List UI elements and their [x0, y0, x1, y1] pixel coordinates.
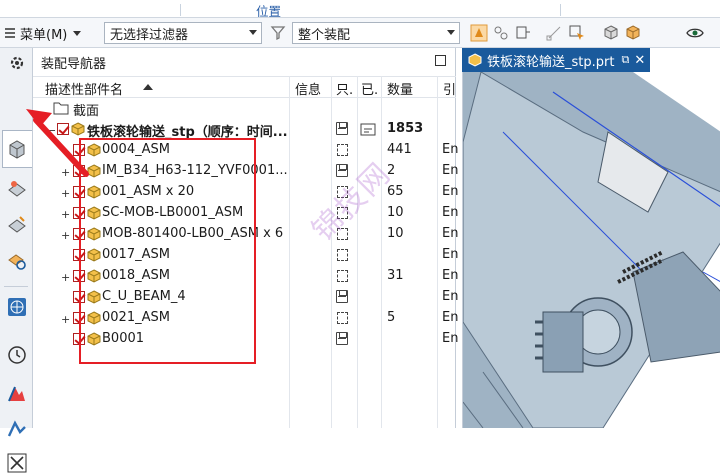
reuse-library-icon[interactable] [6, 250, 28, 272]
menu-button[interactable]: 菜单(M) [4, 23, 82, 43]
snap-point-icon[interactable] [514, 24, 532, 42]
component-ref: En [442, 226, 459, 241]
expand-icon[interactable]: + [61, 229, 70, 242]
component-ref: En [442, 184, 459, 199]
column-info-header[interactable]: 信息 [295, 79, 321, 98]
eye-icon[interactable] [686, 24, 704, 42]
pin-icon[interactable]: ⧉ [621, 53, 629, 67]
highlight-box [79, 138, 256, 364]
assembly-icon [468, 53, 482, 67]
web-browser-icon[interactable] [6, 296, 28, 318]
hamburger-icon [5, 28, 15, 38]
readonly-status-icon [337, 144, 348, 156]
component-ref: En [442, 247, 459, 262]
graphics-window-tab[interactable]: 铁板滚轮输送_stp.prt ⧉ ✕ [462, 48, 650, 72]
column-modified-header[interactable]: 已. [361, 79, 378, 98]
part-navigator-icon[interactable] [6, 214, 28, 236]
expand-icon[interactable]: + [61, 208, 70, 221]
selection-filter-value: 无选择过滤器 [110, 27, 189, 43]
section-node[interactable]: 截面 [33, 98, 456, 119]
snap-icon[interactable] [492, 24, 510, 42]
sort-ascending-icon[interactable] [143, 84, 153, 90]
save-disk-icon [336, 122, 348, 135]
cube-icon[interactable] [602, 24, 620, 42]
annotation-arrow-icon [26, 109, 89, 177]
chevron-down-icon [73, 30, 82, 36]
column-ref-header[interactable]: 引 [443, 79, 456, 98]
expand-icon[interactable]: + [61, 187, 70, 200]
divider [4, 286, 28, 287]
expand-icon[interactable]: + [61, 271, 70, 284]
process-studio-icon[interactable] [6, 382, 28, 404]
quick-pick-icon[interactable] [568, 24, 586, 42]
filter-icon[interactable] [270, 24, 288, 42]
panel-title: 装配导航器 [41, 57, 107, 72]
readonly-status-icon [337, 312, 348, 324]
component-quantity: 441 [387, 142, 412, 157]
component-ref: En [442, 163, 459, 178]
component-ref: En [442, 289, 459, 304]
graphics-window[interactable] [462, 72, 720, 428]
selection-scope-dropdown[interactable]: 整个装配 [292, 22, 460, 44]
select-component-icon[interactable] [470, 24, 488, 42]
menu-label: 菜单(M) [20, 27, 68, 43]
readonly-status-icon [337, 270, 348, 282]
expand-icon[interactable]: + [61, 313, 70, 326]
component-quantity: 10 [387, 226, 404, 241]
divider [560, 4, 561, 16]
endpoint-icon[interactable] [546, 24, 564, 42]
column-quantity-header[interactable]: 数量 [387, 79, 413, 98]
component-ref: En [442, 205, 459, 220]
color-cube-icon[interactable] [624, 24, 642, 42]
maximize-icon[interactable] [435, 55, 446, 66]
component-ref: En [442, 310, 459, 325]
constraint-navigator-icon[interactable] [6, 178, 28, 200]
chevron-down-icon [249, 30, 257, 35]
component-ref: En [442, 268, 459, 283]
graphics-tab-title: 铁板滚轮输送_stp.prt [487, 54, 615, 70]
gear-icon[interactable] [6, 52, 28, 74]
selection-toolbar: 菜单(M) 无选择过滤器 整个装配 [0, 18, 720, 48]
history-clock-icon[interactable] [6, 344, 28, 366]
selection-scope-value: 整个装配 [298, 27, 351, 43]
save-disk-icon [336, 290, 348, 303]
tools-icon[interactable] [6, 452, 28, 474]
component-quantity: 5 [387, 310, 396, 325]
close-icon[interactable]: ✕ [634, 53, 645, 68]
roles-icon[interactable] [6, 418, 28, 440]
component-quantity: 10 [387, 205, 404, 220]
model-view [463, 72, 720, 428]
modified-icon [360, 123, 376, 136]
divider [180, 4, 181, 16]
root-assembly-row[interactable]: − 铁板滚轮输送_stp（顺序：时间... 1853 [33, 119, 456, 140]
selection-filter-dropdown[interactable]: 无选择过滤器 [104, 22, 262, 44]
readonly-status-icon [337, 249, 348, 261]
component-ref: En [442, 331, 459, 346]
ribbon-group-bar: 位置 [0, 0, 720, 19]
save-disk-icon [336, 332, 348, 345]
column-name-header[interactable]: 描述性部件名 [45, 79, 123, 98]
chevron-down-icon [447, 30, 455, 35]
root-quantity: 1853 [387, 121, 424, 136]
component-ref: En [442, 142, 459, 157]
column-header: 描述性部件名 信息 只. 已. 数量 引 [33, 76, 456, 98]
column-readonly-header[interactable]: 只. [336, 79, 353, 98]
component-quantity: 31 [387, 268, 404, 283]
